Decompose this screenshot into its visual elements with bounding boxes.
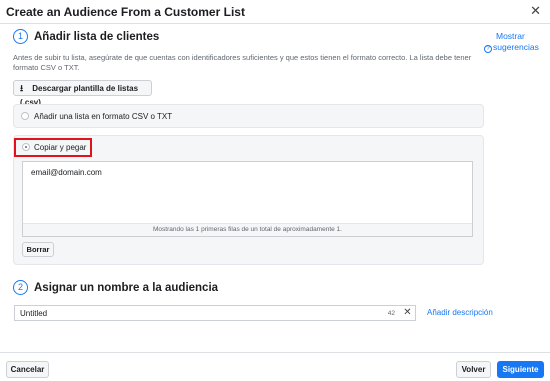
cancel-button[interactable]: Cancelar: [6, 361, 49, 378]
audience-name-value: Untitled: [20, 309, 48, 318]
upload-option-label: Añadir una lista en formato CSV o TXT: [34, 112, 173, 121]
audience-name-input[interactable]: Untitled 42: [14, 305, 401, 321]
show-suggestions-line2: sugerencias: [493, 42, 539, 52]
show-suggestions-link[interactable]: Mostrar ? sugerencias: [484, 31, 544, 53]
close-icon[interactable]: ✕: [530, 4, 541, 18]
show-suggestions-line1: Mostrar: [496, 31, 525, 41]
upload-radio[interactable]: [21, 112, 29, 120]
back-button[interactable]: Volver: [456, 361, 491, 378]
next-button[interactable]: Siguiente: [497, 361, 544, 378]
question-icon: ?: [484, 45, 492, 53]
clear-button[interactable]: Borrar: [22, 242, 54, 257]
upload-option-panel[interactable]: Añadir una lista en formato CSV o TXT: [13, 104, 484, 128]
step-1-title: Añadir lista de clientes: [34, 31, 160, 43]
clear-name-icon[interactable]: ✕: [400, 305, 416, 321]
step-1-description: Antes de subir tu lista, asegúrate de qu…: [13, 53, 472, 72]
download-template-button[interactable]: ⭳ Descargar plantilla de listas (.csv): [13, 80, 152, 107]
paste-textarea[interactable]: email@domain.com Mostrando las 1 primera…: [22, 161, 473, 237]
dialog-title: Create an Audience From a Customer List: [6, 5, 245, 19]
dialog-footer: Cancelar Volver Siguiente: [0, 352, 550, 381]
add-description-link[interactable]: Añadir descripción: [427, 308, 493, 317]
char-count: 42: [387, 310, 395, 317]
download-icon: ⭳: [20, 83, 24, 93]
step-2-title: Asignar un nombre a la audiencia: [34, 282, 219, 294]
paste-textarea-value: email@domain.com: [31, 168, 102, 177]
highlight-box: [14, 138, 92, 157]
preview-note: Mostrando las 1 primeras filas de un tot…: [23, 223, 472, 236]
step-1-badge: 1: [13, 29, 28, 44]
dialog-header: Create an Audience From a Customer List …: [0, 0, 550, 24]
step-2-badge: 2: [13, 280, 28, 295]
